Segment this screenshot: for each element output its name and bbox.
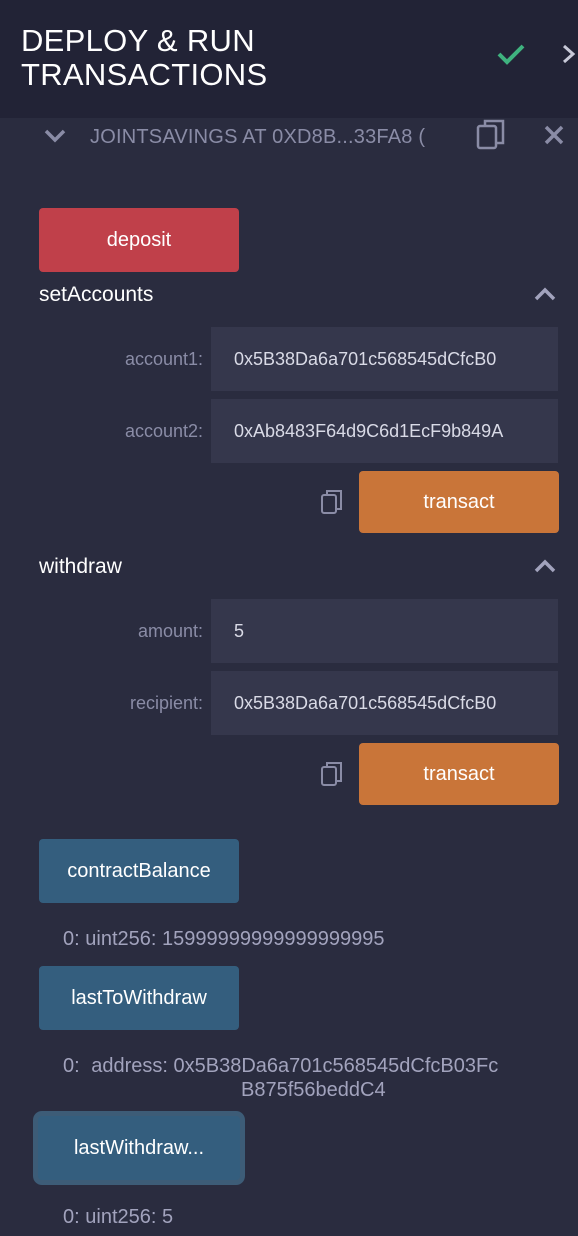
chevron-up-icon[interactable] [534, 287, 556, 301]
deposit-button[interactable]: deposit [39, 208, 239, 272]
close-icon[interactable] [543, 124, 565, 146]
output-value: uint256: 5 [85, 1206, 174, 1228]
withdraw-transact-button[interactable]: transact [359, 743, 559, 805]
last-to-withdraw-output-continued: B875f56beddC4 [241, 1079, 386, 1101]
withdraw-title: withdraw [39, 555, 122, 578]
output-index: 0: [63, 928, 80, 950]
chevron-right-icon[interactable] [562, 44, 576, 64]
account2-field[interactable] [211, 399, 558, 463]
output-index: 0: [63, 1055, 80, 1077]
left-rail [0, 118, 20, 1236]
copy-calldata-icon[interactable] [320, 760, 344, 788]
amount-label: amount: [137, 621, 203, 641]
copy-calldata-icon[interactable] [320, 488, 344, 516]
account1-field[interactable] [211, 327, 558, 391]
contract-balance-output: 0: uint256: 15999999999999999995 [63, 927, 384, 951]
copy-icon[interactable] [476, 118, 506, 152]
recipient-label: recipient: [129, 693, 203, 713]
check-icon [497, 44, 525, 65]
account1-label: account1: [124, 349, 203, 369]
last-withdraw-button[interactable]: lastWithdraw... [38, 1116, 240, 1180]
output-value: uint256: 15999999999999999995 [85, 928, 385, 950]
set-accounts-title: setAccounts [39, 283, 154, 306]
panel-header: DEPLOY & RUN TRANSACTIONS [0, 0, 578, 118]
chevron-up-icon[interactable] [534, 559, 556, 573]
amount-field[interactable] [211, 599, 558, 663]
output-index: 0: [63, 1206, 80, 1228]
last-to-withdraw-output: 0: address: 0x5B38Da6a701c568545dCfcB03F… [63, 1054, 563, 1078]
panel-title: DEPLOY & RUN TRANSACTIONS [21, 23, 268, 92]
last-to-withdraw-button[interactable]: lastToWithdraw [39, 966, 239, 1030]
contract-balance-button[interactable]: contractBalance [39, 839, 239, 903]
account2-label: account2: [124, 421, 203, 441]
last-withdraw-output: 0: uint256: 5 [63, 1205, 173, 1229]
output-value: address: 0x5B38Da6a701c568545dCfcB03Fc [91, 1055, 499, 1077]
instance-title: JOINTSAVINGS AT 0XD8B...33FA8 ( [90, 126, 426, 148]
set-accounts-transact-button[interactable]: transact [359, 471, 559, 533]
chevron-down-icon[interactable] [43, 127, 67, 145]
recipient-field[interactable] [211, 671, 558, 735]
